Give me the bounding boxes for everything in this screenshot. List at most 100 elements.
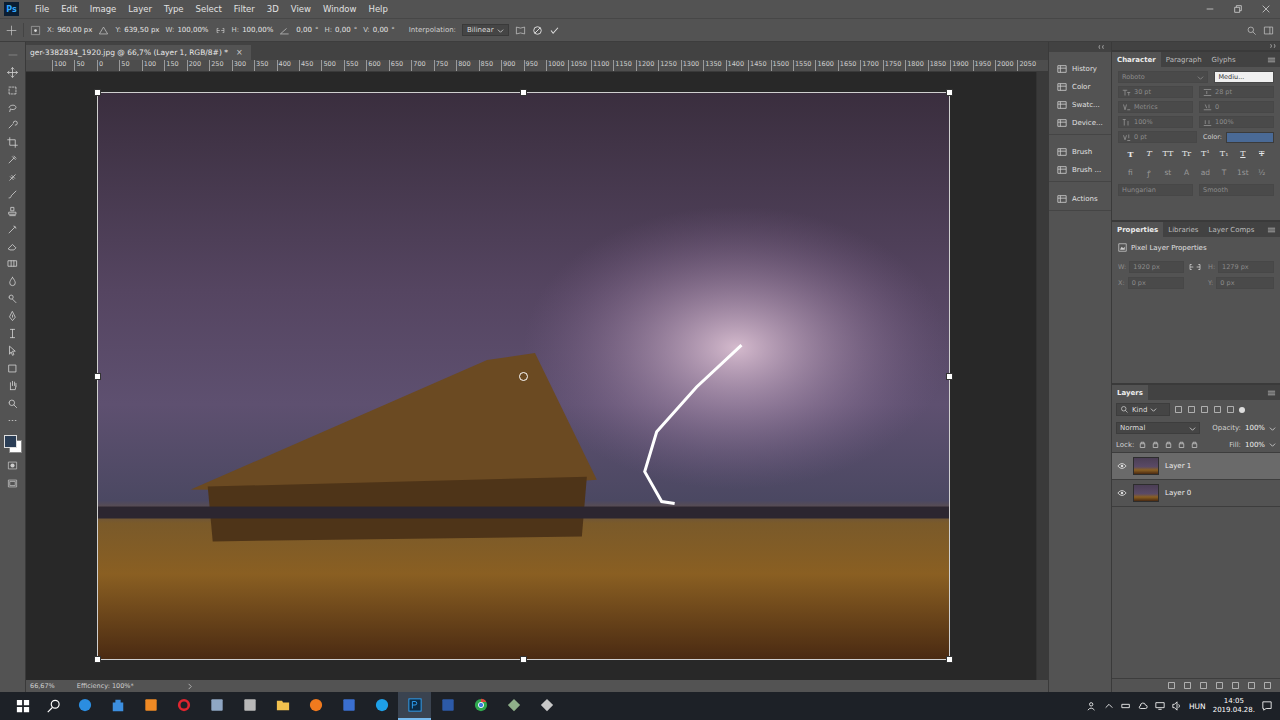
property-field[interactable]: Y:0 px [1208, 277, 1274, 289]
font-size-field[interactable]: 30 pt [1118, 86, 1193, 98]
visibility-eye-icon[interactable] [1117, 462, 1127, 470]
zoom-level[interactable]: 66,67% [30, 682, 55, 690]
relative-position-icon[interactable] [98, 25, 109, 36]
menu-item[interactable]: Image [84, 4, 123, 14]
type-style-button[interactable]: T [1235, 149, 1252, 159]
language-select[interactable]: Hungarian [1118, 184, 1193, 196]
menu-item[interactable]: Help [363, 4, 394, 14]
vertical-scrollbar[interactable] [1036, 72, 1048, 680]
restore-icon[interactable] [1233, 4, 1243, 14]
taskbar-app[interactable] [167, 692, 200, 720]
interpolation-select[interactable]: Bilinear [462, 24, 509, 36]
taskbar-app[interactable] [365, 692, 398, 720]
color-swatches[interactable] [4, 435, 22, 453]
opentype-button[interactable]: A [1178, 168, 1195, 178]
opacity-field[interactable]: 100% [1245, 424, 1265, 432]
type-style-button[interactable]: T [1122, 149, 1139, 159]
canvas[interactable] [26, 72, 1036, 680]
battery-icon[interactable] [1121, 701, 1131, 711]
dropdown-icon[interactable] [1269, 441, 1276, 448]
opentype-button[interactable]: ꝭ [1141, 168, 1158, 178]
menu-item[interactable]: File [29, 4, 55, 14]
opentype-button[interactable]: ½ [1253, 168, 1270, 178]
layer-action-icon[interactable] [1215, 681, 1224, 690]
antialiasing-select[interactable]: Smooth [1199, 184, 1274, 196]
reference-point-icon[interactable] [30, 25, 41, 36]
tool-button[interactable] [2, 186, 24, 203]
layer-row[interactable]: Layer 1 [1112, 453, 1280, 480]
layer-action-icon[interactable] [1263, 681, 1272, 690]
panel-tab[interactable]: Properties [1112, 222, 1163, 237]
lock-option-icon[interactable] [1190, 440, 1199, 449]
input-language[interactable]: HUN [1189, 702, 1206, 711]
tool-button[interactable] [2, 273, 24, 290]
type-style-button[interactable]: T₁ [1216, 149, 1233, 159]
panel-tab[interactable]: Libraries [1163, 222, 1203, 237]
windows-start-icon[interactable] [16, 699, 30, 713]
transform-field[interactable]: X:960,00 px [47, 26, 92, 34]
taskbar-app[interactable] [101, 692, 134, 720]
tracking-field[interactable]: 0 [1199, 101, 1274, 113]
collapse-icon[interactable] [1267, 43, 1276, 49]
filter-toggle[interactable] [1239, 407, 1245, 413]
panel-menu-icon[interactable] [1267, 389, 1276, 397]
panel-menu-icon[interactable] [1267, 56, 1276, 64]
font-style-select[interactable]: Mediu... [1214, 71, 1274, 83]
dock-item[interactable]: Actions [1049, 190, 1111, 208]
layer-action-icon[interactable] [1183, 681, 1192, 690]
type-style-button[interactable]: T [1141, 149, 1158, 159]
dropdown-icon[interactable] [1269, 425, 1276, 432]
link-icon[interactable] [215, 25, 226, 36]
type-style-button[interactable]: T¹ [1197, 149, 1214, 159]
cancel-icon[interactable] [532, 25, 543, 36]
transform-handle[interactable] [94, 656, 101, 663]
search-icon[interactable] [46, 699, 60, 713]
transform-handle[interactable] [94, 373, 101, 380]
opentype-button[interactable]: T [1216, 168, 1233, 178]
layer-action-icon[interactable] [1247, 681, 1256, 690]
close-icon[interactable] [1261, 4, 1271, 14]
kerning-field[interactable]: Metrics [1118, 101, 1193, 113]
foreground-color-swatch[interactable] [4, 435, 17, 448]
minimize-icon[interactable] [1205, 4, 1215, 14]
document-tab[interactable]: ger-3382834_1920.jpg @ 66,7% (Layer 1, R… [26, 45, 251, 60]
tool-button[interactable] [2, 290, 24, 307]
visibility-eye-icon[interactable] [1117, 489, 1127, 497]
taskbar-app[interactable] [233, 692, 266, 720]
dock-item[interactable]: History [1049, 60, 1111, 78]
panel-menu-icon[interactable] [1267, 226, 1276, 234]
tool-button[interactable] [2, 457, 24, 474]
tool-button[interactable] [2, 360, 24, 377]
taskbar-app[interactable] [68, 692, 101, 720]
transform-field[interactable]: H:100,00% [232, 26, 274, 34]
cloud-icon[interactable] [1138, 701, 1148, 711]
dock-item[interactable]: Brush [1049, 143, 1111, 161]
panel-tab[interactable]: Layers [1112, 385, 1148, 400]
property-field[interactable]: H:1279 px [1208, 261, 1274, 273]
layer-action-icon[interactable] [1231, 681, 1240, 690]
dock-item[interactable]: Color [1049, 78, 1111, 96]
filter-icon[interactable] [1174, 405, 1183, 414]
property-field[interactable]: X:0 px [1118, 277, 1184, 289]
horizontal-ruler[interactable]: 1005005010015020025030035040045050055060… [26, 60, 1048, 72]
tool-button[interactable] [2, 81, 24, 98]
tool-button[interactable] [2, 238, 24, 255]
filter-icon[interactable] [1213, 405, 1222, 414]
tool-button[interactable] [2, 168, 24, 185]
transform-field[interactable]: V:0,00° [363, 26, 395, 34]
menu-item[interactable]: 3D [261, 4, 285, 14]
transform-frame[interactable] [97, 92, 950, 660]
tool-button[interactable] [2, 325, 24, 342]
font-family-select[interactable]: Roboto [1118, 71, 1208, 83]
taskbar-app[interactable] [398, 692, 431, 720]
transform-handle[interactable] [946, 373, 953, 380]
tool-button[interactable] [2, 151, 24, 168]
menu-item[interactable]: Layer [122, 4, 158, 14]
fill-field[interactable]: 100% [1245, 441, 1265, 449]
menu-item[interactable]: Type [158, 4, 190, 14]
lock-option-icon[interactable] [1138, 440, 1147, 449]
vertical-scale-field[interactable]: 100% [1118, 116, 1193, 128]
type-style-button[interactable]: T [1253, 149, 1270, 159]
filter-icon[interactable] [1200, 405, 1209, 414]
opentype-button[interactable]: 1st [1235, 168, 1252, 178]
